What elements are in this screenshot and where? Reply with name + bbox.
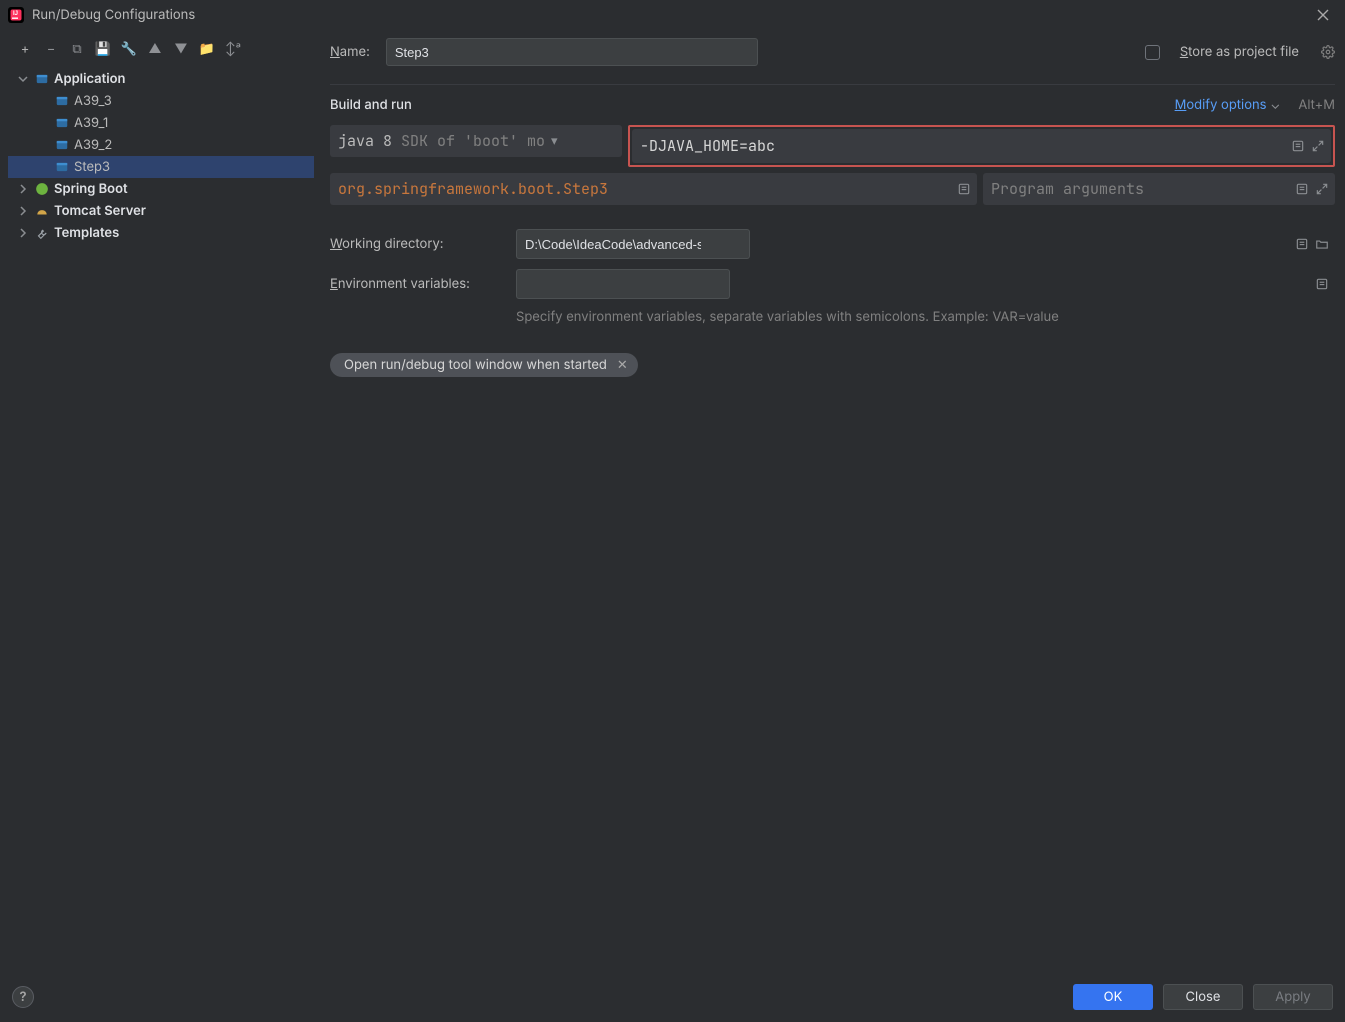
separator <box>330 84 1335 85</box>
vm-options-highlight: -DJAVA_HOME=abc <box>628 125 1335 167</box>
terminal-icon <box>54 115 70 131</box>
tree-item[interactable]: A39_1 <box>8 112 314 134</box>
config-tree: Application A39_3 A39_1 A39_2 Step3 Spring Bo… <box>8 68 320 970</box>
vm-options-input[interactable]: -DJAVA_HOME=abc <box>632 129 1331 163</box>
name-label: Name: <box>330 44 370 60</box>
working-dir-input[interactable] <box>516 229 750 259</box>
tree-group[interactable]: Application <box>8 68 314 90</box>
chip-label: Open run/debug tool window when started <box>344 357 607 373</box>
store-project-file-label: Store as project file <box>1180 44 1299 60</box>
tree-item[interactable]: A39_3 <box>8 90 314 112</box>
remove-icon[interactable]: − <box>40 38 62 60</box>
tree-group[interactable]: Spring Boot <box>8 178 314 200</box>
list-icon[interactable] <box>1315 277 1329 291</box>
tree-item-label: Spring Boot <box>54 181 128 197</box>
app-icon: IJ <box>8 7 24 23</box>
tree-item-label: Application <box>54 71 126 87</box>
name-input[interactable] <box>386 38 759 66</box>
svg-text:IJ: IJ <box>13 11 18 17</box>
window-title: Run/Debug Configurations <box>32 7 195 23</box>
modify-options-shortcut: Alt+M <box>1298 97 1335 113</box>
help-button[interactable]: ? <box>12 986 34 1008</box>
left-toolbar: +−⧉💾🔧▲▼📁↕ᵃ <box>8 34 320 68</box>
env-vars-hint: Specify environment variables, separate … <box>516 309 1335 325</box>
expand-icon[interactable] <box>1311 139 1325 153</box>
terminal-icon <box>54 93 70 109</box>
sdk-select[interactable]: java 8 SDK of 'boot' mo ▾ <box>330 125 622 157</box>
wrench-icon[interactable]: 🔧 <box>118 38 140 60</box>
title-bar: IJ Run/Debug Configurations <box>0 0 1345 30</box>
tree-item-label: A39_2 <box>74 137 112 153</box>
store-project-file-checkbox[interactable] <box>1145 45 1160 60</box>
tree-item[interactable]: Step3 <box>8 156 314 178</box>
add-icon[interactable]: + <box>14 38 36 60</box>
chevron-right-icon[interactable] <box>16 226 30 240</box>
tree-group[interactable]: Templates <box>8 222 314 244</box>
env-vars-label: Environment variables: <box>330 276 506 292</box>
tree-item-label: A39_1 <box>74 115 108 131</box>
terminal-icon <box>34 71 50 87</box>
modify-options-link[interactable]: Modify options ⌄ <box>1175 97 1281 113</box>
wrench-icon <box>34 225 50 241</box>
chevron-right-icon[interactable] <box>16 182 30 196</box>
tree-item-label: Step3 <box>74 159 110 175</box>
store-project-file-gear-icon[interactable] <box>1321 45 1335 59</box>
spring-icon <box>34 181 50 197</box>
move-up-icon[interactable]: ▲ <box>144 38 166 60</box>
terminal-icon <box>54 137 70 153</box>
copy-icon[interactable]: ⧉ <box>66 38 88 60</box>
bottom-bar: ? OK Close Apply <box>0 974 1345 1022</box>
expand-icon[interactable] <box>1315 182 1329 196</box>
build-run-title: Build and run <box>330 97 412 113</box>
terminal-icon <box>54 159 70 175</box>
chevron-right-icon[interactable] <box>16 204 30 218</box>
tomcat-icon <box>34 203 50 219</box>
chevron-down-icon: ▾ <box>551 133 558 149</box>
tree-item[interactable]: A39_2 <box>8 134 314 156</box>
tree-item-label: Tomcat Server <box>54 203 146 219</box>
program-args-input[interactable]: Program arguments <box>983 173 1335 205</box>
tree-item-label: Templates <box>54 225 119 241</box>
close-button[interactable]: Close <box>1163 984 1243 1010</box>
tree-group[interactable]: Tomcat Server <box>8 200 314 222</box>
chip-remove-icon[interactable]: ✕ <box>617 357 628 373</box>
move-down-icon[interactable]: ▼ <box>170 38 192 60</box>
window-close-button[interactable] <box>1309 1 1337 29</box>
main-class-input[interactable]: org.springframework.boot.Step3 <box>330 173 977 205</box>
ok-button[interactable]: OK <box>1073 984 1153 1010</box>
history-icon[interactable] <box>1291 139 1305 153</box>
env-vars-input[interactable] <box>516 269 730 299</box>
chevron-down-icon[interactable] <box>16 72 30 86</box>
history-icon[interactable] <box>1295 237 1309 251</box>
apply-button[interactable]: Apply <box>1253 984 1333 1010</box>
sort-alpha-icon[interactable]: ↕ᵃ <box>222 38 244 60</box>
history-icon[interactable] <box>1295 182 1309 196</box>
history-icon[interactable] <box>957 182 971 196</box>
folder-plus-icon[interactable]: 📁 <box>196 38 218 60</box>
save-icon[interactable]: 💾 <box>92 38 114 60</box>
open-tool-window-chip[interactable]: Open run/debug tool window when started … <box>330 353 638 377</box>
tree-item-label: A39_3 <box>74 93 112 109</box>
working-dir-label: Working directory: <box>330 236 506 252</box>
browse-folder-icon[interactable] <box>1315 237 1329 251</box>
